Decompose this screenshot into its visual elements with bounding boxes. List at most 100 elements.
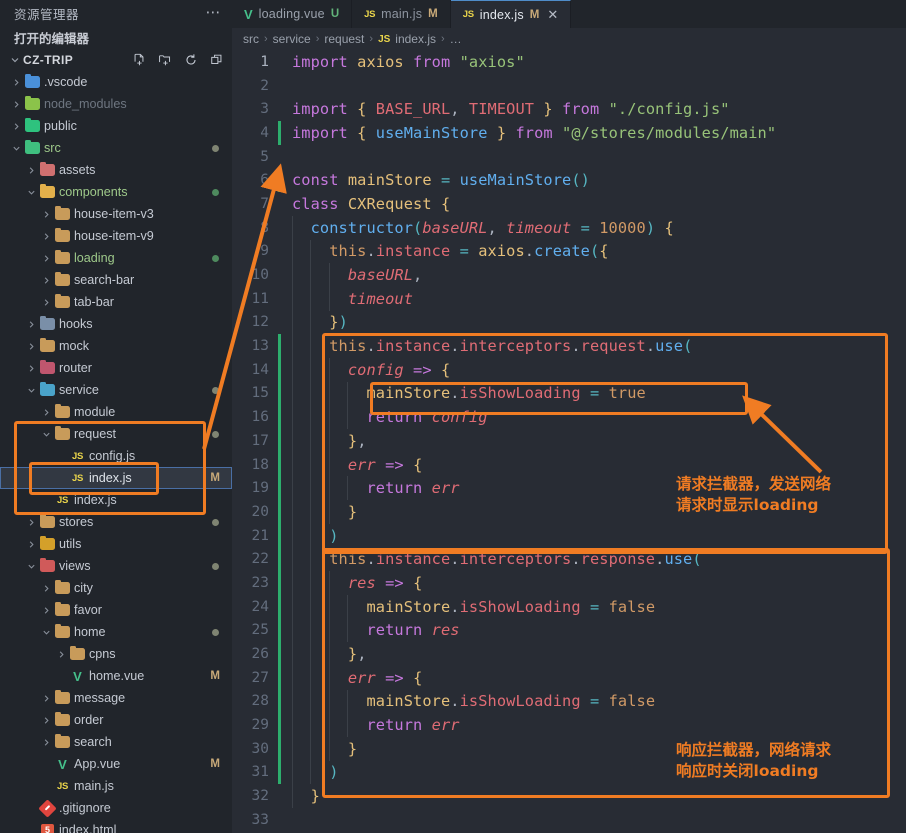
tree-item-components[interactable]: components [0, 181, 232, 203]
code-line[interactable]: 32 } [232, 784, 906, 808]
tree-item-tab-bar[interactable]: tab-bar [0, 291, 232, 313]
tree-item-main-js[interactable]: JS main.js [0, 775, 232, 797]
chevron-down-icon[interactable] [10, 144, 23, 153]
code-line[interactable]: 19 return err [232, 476, 906, 501]
code-editor[interactable]: 1 import axios from "axios" 2 3 import { BAS… [232, 50, 906, 833]
project-root-row[interactable]: CZ-TRIP [0, 48, 232, 71]
code-line[interactable]: 2 [232, 74, 906, 98]
tree-item-stores[interactable]: stores [0, 511, 232, 533]
tree-item-house-item-v3[interactable]: house-item-v3 [0, 203, 232, 225]
tree-item-favor[interactable]: favor [0, 599, 232, 621]
ellipsis-icon[interactable]: ⋯ [206, 5, 223, 20]
tree-item-city[interactable]: city [0, 577, 232, 599]
breadcrumb-file[interactable]: index.js [395, 32, 436, 46]
code-line[interactable]: 4 import { useMainStore } from "@/stores/… [232, 121, 906, 145]
chevron-right-icon[interactable] [25, 166, 38, 175]
chevron-right-icon[interactable] [40, 254, 53, 263]
code-line[interactable]: 12 }) [232, 310, 906, 335]
chevron-right-icon[interactable] [10, 78, 23, 87]
chevron-right-icon[interactable] [40, 276, 53, 285]
tree-item-message[interactable]: message [0, 687, 232, 709]
tree-item-mock[interactable]: mock [0, 335, 232, 357]
code-line[interactable]: 26 }, [232, 642, 906, 666]
breadcrumb-part[interactable]: src [243, 32, 259, 46]
code-line[interactable]: 9 this.instance = axios.create({ [232, 239, 906, 264]
tree-item-router[interactable]: router [0, 357, 232, 379]
code-line[interactable]: 18 err => { [232, 452, 906, 477]
chevron-right-icon[interactable] [40, 738, 53, 747]
chevron-down-icon[interactable] [25, 562, 38, 571]
tree-item-order[interactable]: order [0, 709, 232, 731]
collapse-all-icon[interactable] [210, 53, 224, 67]
tree-item-loading[interactable]: loading [0, 247, 232, 269]
tree-item-search-bar[interactable]: search-bar [0, 269, 232, 291]
code-line[interactable]: 16 return config [232, 405, 906, 429]
code-line[interactable]: 13 this.instance.interceptors.request.us… [232, 334, 906, 358]
tree-item-service[interactable]: service [0, 379, 232, 401]
code-line[interactable]: 7 class CXRequest { [232, 192, 906, 216]
chevron-right-icon[interactable] [40, 584, 53, 593]
tree-item-request[interactable]: request [0, 423, 232, 445]
breadcrumb-part[interactable]: request [324, 32, 364, 46]
tree-item--gitignore[interactable]: .gitignore [0, 797, 232, 819]
tree-item-home[interactable]: home [0, 621, 232, 643]
tree-item-index-html[interactable]: 5 index.html [0, 819, 232, 833]
new-file-icon[interactable] [132, 53, 146, 67]
code-line[interactable]: 3 import { BASE_URL, TIMEOUT } from "./co… [232, 97, 906, 121]
chevron-right-icon[interactable] [25, 518, 38, 527]
tree-item--vscode[interactable]: .vscode [0, 71, 232, 93]
tree-item-index-js[interactable]: JS index.js [0, 489, 232, 511]
chevron-right-icon[interactable] [25, 320, 38, 329]
chevron-right-icon[interactable] [40, 694, 53, 703]
chevron-right-icon[interactable] [25, 540, 38, 549]
chevron-right-icon[interactable] [40, 606, 53, 615]
code-line[interactable]: 23 res => { [232, 571, 906, 595]
tree-item-hooks[interactable]: hooks [0, 313, 232, 335]
code-line[interactable]: 11 timeout [232, 286, 906, 311]
code-line[interactable]: 8 constructor(baseURL, timeout = 10000) … [232, 215, 906, 240]
tree-item-module[interactable]: module [0, 401, 232, 423]
code-line[interactable]: 29 return err [232, 713, 906, 737]
chevron-right-icon[interactable] [10, 122, 23, 131]
close-icon[interactable]: ✕ [547, 7, 558, 23]
code-line[interactable]: 6 const mainStore = useMainStore() [232, 168, 906, 193]
code-line[interactable]: 20 } [232, 500, 906, 524]
chevron-right-icon[interactable] [40, 210, 53, 219]
code-line[interactable]: 31 ) [232, 760, 906, 785]
code-line[interactable]: 27 err => { [232, 665, 906, 690]
tree-item-home-vue[interactable]: Vhome.vue M [0, 665, 232, 687]
chevron-right-icon[interactable] [40, 298, 53, 307]
code-line[interactable]: 14 config => { [232, 357, 906, 382]
tree-item-assets[interactable]: assets [0, 159, 232, 181]
tree-item-cpns[interactable]: cpns [0, 643, 232, 665]
editor-tab-index-js[interactable]: JS index.js M ✕ [450, 0, 572, 28]
breadcrumb-part[interactable]: service [273, 32, 311, 46]
tree-item-config-js[interactable]: JS config.js [0, 445, 232, 467]
tree-item-node-modules[interactable]: node_modules [0, 93, 232, 115]
tree-item-views[interactable]: views [0, 555, 232, 577]
tree-item-index-js[interactable]: JS index.js M [0, 467, 232, 489]
editor-tab-loading-vue[interactable]: Vloading.vue U [232, 0, 353, 28]
chevron-right-icon[interactable] [55, 650, 68, 659]
code-line[interactable]: 24 mainStore.isShowLoading = false [232, 594, 906, 619]
new-folder-icon[interactable] [158, 53, 172, 67]
tree-item-src[interactable]: src [0, 137, 232, 159]
tree-item-public[interactable]: public [0, 115, 232, 137]
chevron-down-icon[interactable] [40, 628, 53, 637]
code-line[interactable]: 30 } [232, 736, 906, 761]
tree-item-search[interactable]: search [0, 731, 232, 753]
code-line[interactable]: 21 ) [232, 523, 906, 548]
refresh-icon[interactable] [184, 53, 198, 67]
chevron-right-icon[interactable] [40, 716, 53, 725]
tree-item-utils[interactable]: utils [0, 533, 232, 555]
chevron-down-icon[interactable] [40, 430, 53, 439]
code-line[interactable]: 25 return res [232, 618, 906, 643]
chevron-down-icon[interactable] [25, 188, 38, 197]
chevron-right-icon[interactable] [10, 100, 23, 109]
breadcrumb-tail[interactable]: … [450, 32, 462, 46]
open-editors-section-header[interactable]: 打开的编辑器 [0, 26, 232, 48]
code-line[interactable]: 15 mainStore.isShowLoading = true [232, 381, 906, 406]
code-line[interactable]: 33 [232, 808, 906, 832]
code-line[interactable]: 5 [232, 145, 906, 169]
code-line[interactable]: 17 }, [232, 429, 906, 453]
